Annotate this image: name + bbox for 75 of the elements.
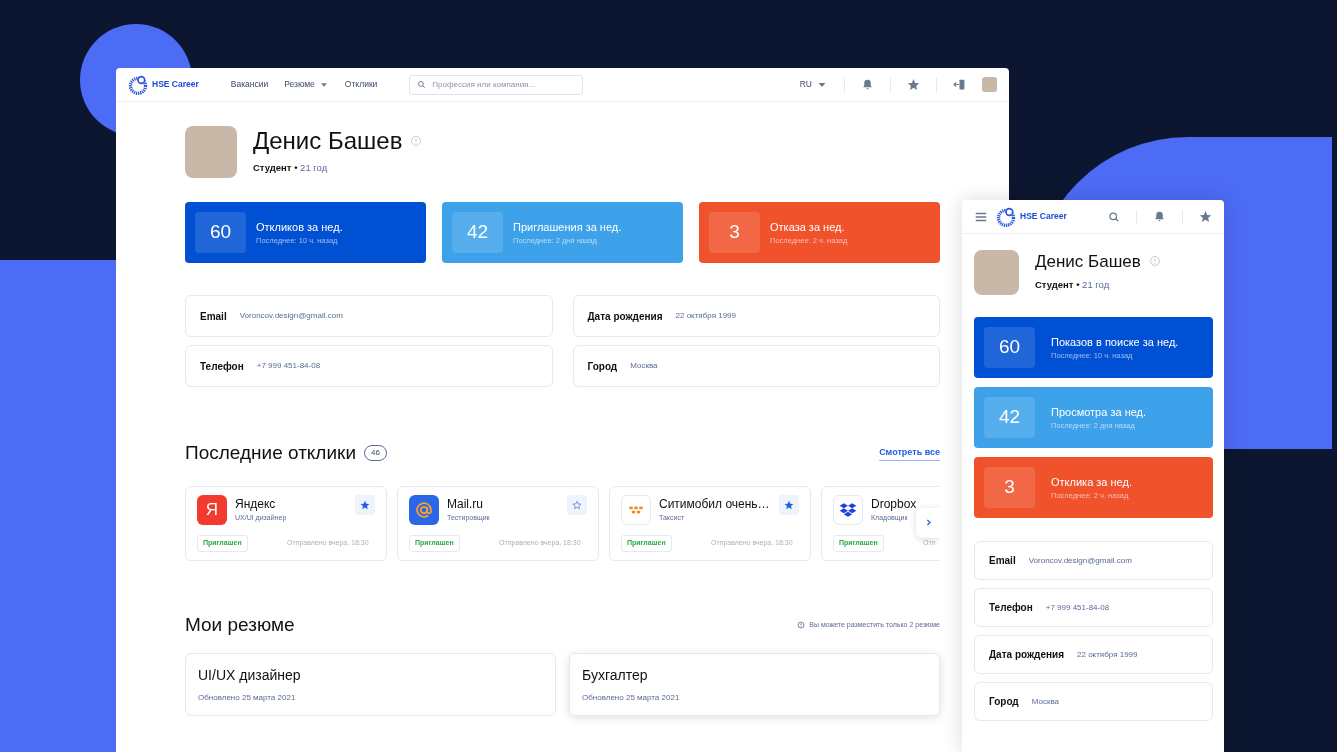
stat-value: 42 [452, 212, 503, 253]
company-name: Яндекс [235, 495, 277, 513]
contact-value: Voroncov.design@gmail.com [239, 310, 343, 322]
contact-label: Город [587, 359, 618, 374]
view-all-link[interactable]: Смотреть все [879, 446, 940, 461]
star-icon[interactable] [1199, 210, 1212, 223]
contact-label: Email [200, 309, 227, 324]
info-icon [410, 134, 423, 147]
stat-value: 3 [709, 212, 760, 253]
logo-text[interactable]: HSE Career [1020, 210, 1067, 223]
contact-value: Москва [1031, 695, 1060, 708]
section-title: Мои резюме [185, 612, 295, 637]
favorite-button[interactable] [355, 494, 375, 515]
stat-title: Приглашения за нед. [513, 219, 622, 235]
contact-label: Телефон [200, 359, 244, 374]
favorite-button[interactable] [779, 494, 799, 515]
notification-bell-icon[interactable] [861, 78, 874, 91]
info-icon [1148, 255, 1161, 268]
company-name: Mail.ru [447, 495, 484, 513]
language-dropdown[interactable]: RU [799, 78, 828, 91]
logo-icon [128, 74, 148, 95]
stat-title: Отклика за нед. [1051, 474, 1132, 490]
resume-title: UI/UX дизайнер [198, 666, 302, 685]
stat-title: Откликов за нед. [256, 219, 343, 235]
profile-subtitle: Студент • 21 год [253, 160, 329, 175]
star-icon[interactable] [907, 78, 920, 91]
contact-value: +7 999 451-84-08 [256, 360, 321, 372]
notification-bell-icon[interactable] [1153, 210, 1166, 223]
favorite-button[interactable] [567, 494, 587, 515]
stat-value: 42 [984, 397, 1035, 438]
dots-logo-icon [621, 494, 651, 525]
stat-title: Показов в поиске за нед. [1051, 334, 1179, 350]
at-sign-logo-icon [409, 494, 439, 525]
contact-value: 22 октября 1999 [675, 310, 736, 322]
stat-value: 3 [984, 467, 1035, 508]
contact-label: Телефон [989, 601, 1033, 615]
stat-value: 60 [984, 327, 1035, 368]
resume-card[interactable]: UI/UX дизайнер Обновлено 25 марта 2021 [185, 653, 556, 716]
resume-updated: Обновлено 25 марта 2021 [582, 692, 681, 704]
contact-label: Дата рождения [587, 309, 663, 324]
search-icon[interactable] [1108, 210, 1120, 223]
resume-title: Бухгалтер [582, 666, 649, 685]
nav-link[interactable]: Отклики [344, 78, 378, 91]
stat-title: Просмотра за нед. [1051, 404, 1147, 420]
contact-value: 22 октября 1999 [1077, 648, 1138, 661]
contact-label: Дата рождения [989, 648, 1065, 662]
logout-icon[interactable] [953, 78, 966, 91]
profile-photo-placeholder [974, 250, 1019, 295]
contact-value: Voroncov.design@gmail.com [1028, 554, 1132, 567]
profile-name: Денис Башев [1035, 252, 1141, 270]
logo-icon [996, 206, 1016, 227]
star-icon [784, 499, 794, 510]
info-icon [797, 620, 806, 629]
contact-label: Город [989, 695, 1019, 709]
search-field[interactable]: Профессия или компания... [409, 74, 584, 95]
resume-card[interactable]: Бухгалтер Обновлено 25 марта 2021 [569, 653, 940, 716]
company-name: Ситимобил очень… [659, 495, 770, 513]
star-outline-icon [572, 499, 582, 510]
stat-value: 60 [195, 212, 246, 253]
resume-updated: Обновлено 25 марта 2021 [198, 692, 297, 704]
profile-photo-placeholder [185, 126, 237, 178]
nav-link[interactable]: Резюме [284, 78, 329, 91]
contact-value: Москва [630, 360, 658, 372]
company-logo: Я [197, 494, 227, 525]
star-icon [360, 499, 370, 510]
nav-link[interactable]: Вакансии [230, 78, 269, 91]
box-logo-icon [833, 494, 863, 525]
profile-name: Денис Башев [253, 128, 403, 153]
profile-subtitle: Студент • 21 год [1035, 277, 1111, 292]
logo-text[interactable]: HSE Career [152, 78, 199, 91]
stat-title: Отказа за нед. [770, 219, 846, 235]
company-name: Dropbox [871, 495, 917, 513]
contact-label: Email [989, 554, 1016, 568]
contact-value: +7 999 451-84-08 [1045, 601, 1110, 614]
section-title: Последние отклики [185, 441, 356, 465]
